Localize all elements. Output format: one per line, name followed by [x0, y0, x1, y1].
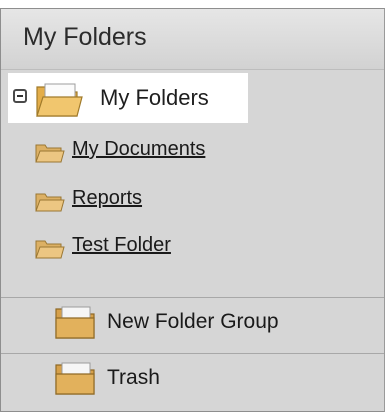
folder-group-new-folder-group[interactable]: New Folder Group: [1, 297, 384, 353]
folder-group-label: New Folder Group: [107, 310, 279, 333]
open-folder-icon: [36, 83, 83, 117]
subfolder-label[interactable]: Test Folder: [72, 234, 171, 257]
subfolder-label[interactable]: Reports: [72, 187, 142, 210]
folder-panel: My Folders My Folders My Documents Repor…: [0, 8, 385, 412]
subfolder-item-my-documents[interactable]: My Documents: [1, 130, 384, 174]
small-folder-icon: [35, 144, 65, 163]
folder-icon: [55, 362, 95, 395]
subfolder-list: My Documents Reports Test Folder: [1, 126, 384, 291]
panel-title: My Folders: [23, 23, 147, 51]
folder-group-label: Trash: [107, 366, 160, 389]
subfolder-label[interactable]: My Documents: [72, 138, 205, 161]
folder-group-trash[interactable]: Trash: [1, 353, 384, 409]
panel-header: My Folders: [1, 9, 384, 70]
folder-icon: [55, 306, 95, 339]
tree-root-label: My Folders: [100, 85, 209, 110]
subfolder-item-reports[interactable]: Reports: [1, 179, 384, 223]
collapse-minus-icon[interactable]: [13, 89, 27, 103]
small-folder-icon: [35, 240, 65, 259]
tree-root-my-folders[interactable]: My Folders: [8, 73, 248, 123]
small-folder-icon: [35, 193, 65, 212]
subfolder-item-test-folder[interactable]: Test Folder: [1, 226, 384, 270]
